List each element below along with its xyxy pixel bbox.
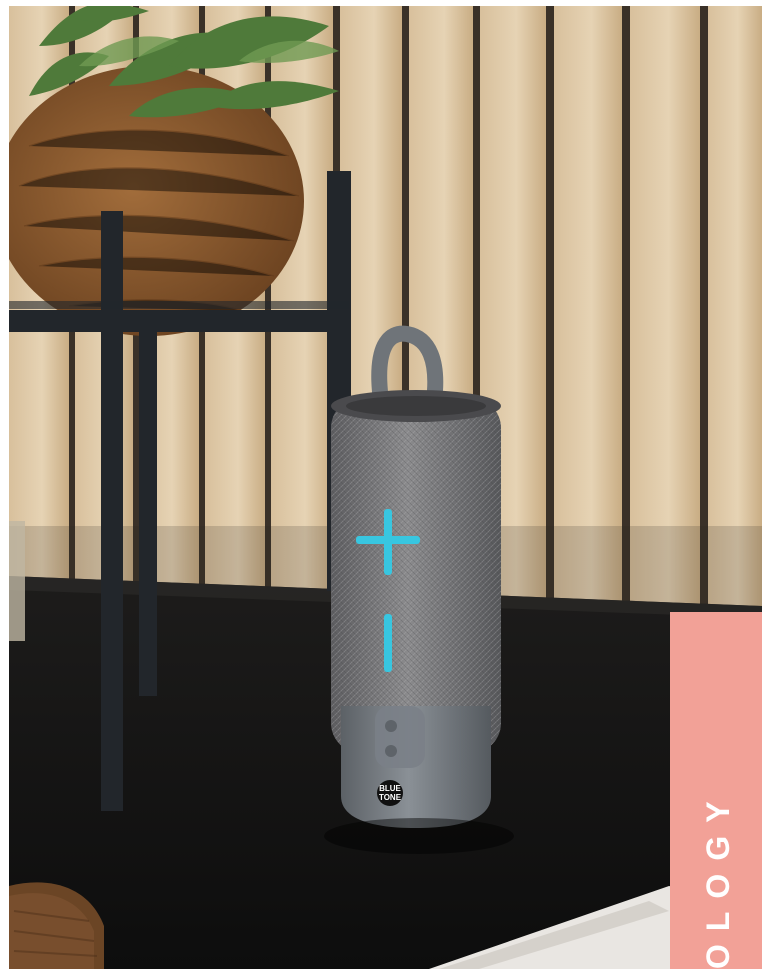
bluetooth-speaker: [331, 390, 501, 828]
product-photo: [9, 6, 762, 969]
speaker-logo-text: BLUE TONE: [378, 784, 402, 802]
side-tab-label: OLOGY: [700, 788, 736, 969]
section-side-tab: OLOGY: [670, 612, 762, 969]
speaker-brand-logo: BLUE TONE: [377, 780, 403, 806]
photo-illustration: [9, 6, 762, 969]
page-canvas: BLUE TONE OLOGY: [0, 0, 762, 969]
